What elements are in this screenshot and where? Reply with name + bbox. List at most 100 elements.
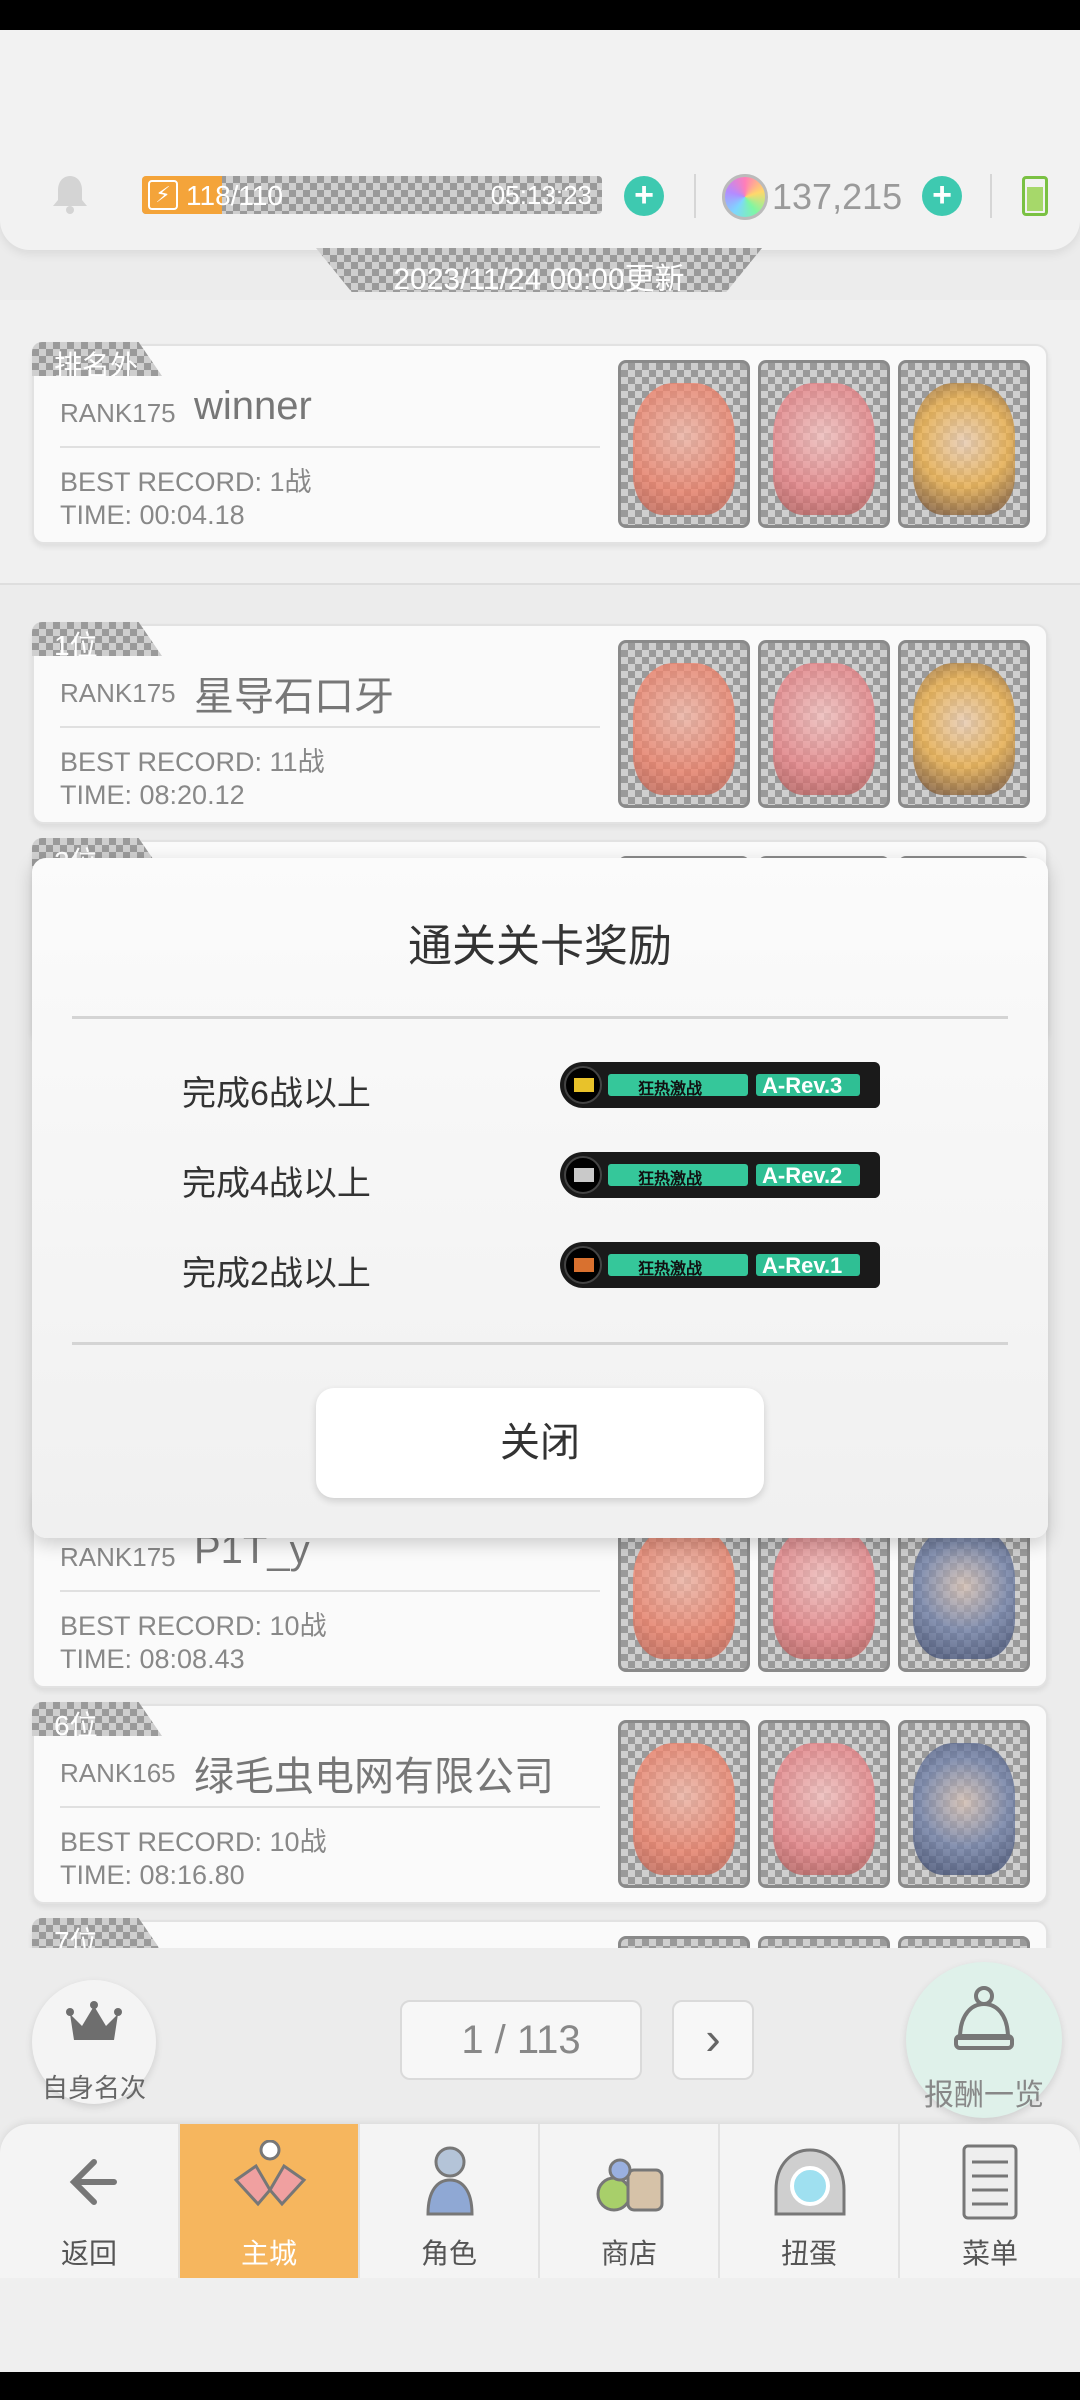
rank-tag: 1位 bbox=[32, 622, 162, 656]
reward-condition: 完成6战以上 bbox=[182, 1075, 371, 1113]
nav-label: 菜单 bbox=[961, 2238, 1018, 2269]
nav-character[interactable]: 角色 bbox=[360, 2124, 540, 2278]
page-indicator: 1 / 113 bbox=[400, 2000, 642, 2080]
player-rank: RANK175 bbox=[60, 398, 176, 428]
divider bbox=[72, 1342, 1008, 1345]
divider bbox=[72, 1016, 1008, 1019]
stamina-timer: 05:13:23 bbox=[490, 180, 592, 210]
stamina-bar: ⚡ 118/110 05:13:23 bbox=[142, 176, 602, 214]
best-record: BEST RECORD: 11战 bbox=[60, 747, 325, 777]
badge-rank: A-Rev.2 bbox=[762, 1163, 843, 1188]
character-portrait bbox=[758, 1936, 890, 1948]
ranking-card[interactable]: 1位 RANK175 星导石口牙 BEST RECORD: 11战 TIME: … bbox=[32, 622, 1048, 824]
clear-time: TIME: 00:04.18 bbox=[60, 500, 245, 530]
nav-gacha[interactable]: 扭蛋 bbox=[720, 2124, 900, 2278]
lightning-icon: ⚡ bbox=[148, 180, 178, 210]
back-arrow-icon bbox=[69, 2159, 117, 2205]
nav-label: 角色 bbox=[420, 2238, 477, 2269]
rank-tag: 7位 bbox=[32, 1918, 162, 1948]
character-portrait bbox=[898, 640, 1030, 808]
character-portrait bbox=[758, 640, 890, 808]
own-rank-card[interactable]: 排名外 RANK175 winner BEST RECORD: 1战 TIME:… bbox=[32, 342, 1048, 544]
character-portrait bbox=[618, 1720, 750, 1888]
rewards-list-button[interactable]: 报酬一览 bbox=[906, 1962, 1062, 2118]
badge-rank: A-Rev.1 bbox=[762, 1253, 843, 1278]
system-nav-bar bbox=[0, 2372, 1080, 2400]
best-record: BEST RECORD: 10战 bbox=[60, 1827, 327, 1857]
reward-row: 完成2战以上 狂热激战 A-Rev.1 bbox=[32, 1242, 1048, 1293]
menu-icon bbox=[962, 2144, 1018, 2220]
character-portrait bbox=[618, 640, 750, 808]
player-name: 绿毛虫电网有限公司 bbox=[194, 1755, 554, 1799]
header-panel bbox=[0, 30, 1080, 250]
divider bbox=[990, 174, 992, 218]
reward-row: 完成4战以上 狂热激战 A-Rev.2 bbox=[32, 1152, 1048, 1203]
ranking-card[interactable]: 6位 RANK165 绿毛虫电网有限公司 BEST RECORD: 10战 TI… bbox=[32, 1702, 1048, 1904]
badge-rank: A-Rev.3 bbox=[762, 1073, 843, 1098]
gacha-icon bbox=[774, 2148, 846, 2216]
badge-text: 狂热激战 bbox=[638, 1171, 703, 1188]
hat-icon bbox=[954, 1986, 1014, 2050]
nav-shop[interactable]: 商店 bbox=[540, 2124, 720, 2278]
character-portrait bbox=[618, 360, 750, 528]
ranking-card[interactable]: 7位 bbox=[32, 1918, 1048, 1948]
best-record: BEST RECORD: 10战 bbox=[60, 1611, 327, 1641]
reward-badge: 狂热激战 A-Rev.2 bbox=[560, 1152, 880, 1198]
shop-icon bbox=[596, 2158, 664, 2212]
rewards-list-label: 报酬一览 bbox=[924, 2079, 1044, 2112]
gem-icon bbox=[722, 174, 768, 220]
nav-home[interactable]: 主城 bbox=[180, 2124, 360, 2278]
bottom-nav: 返回 主城 角色 商店 扭蛋 菜单 bbox=[0, 2124, 1080, 2278]
divider bbox=[694, 174, 696, 218]
character-portrait bbox=[898, 1936, 1030, 1948]
player-name: winner bbox=[194, 384, 312, 428]
reward-dialog: 通关关卡奖励 完成6战以上 狂热激战 A-Rev.3 完成4战以上 狂热激战 A… bbox=[32, 858, 1048, 1538]
next-page-button[interactable]: › bbox=[672, 2000, 754, 2080]
clear-time: TIME: 08:16.80 bbox=[60, 1860, 245, 1890]
nav-label: 商店 bbox=[600, 2238, 657, 2269]
bell-icon[interactable] bbox=[48, 172, 92, 216]
character-portrait bbox=[898, 360, 1030, 528]
character-icon bbox=[426, 2146, 474, 2216]
self-rank-button[interactable]: 自身名次 bbox=[32, 1980, 156, 2104]
nav-footer bbox=[0, 2278, 1080, 2372]
divider bbox=[60, 1590, 600, 1592]
gem-count: 137,215 bbox=[772, 176, 903, 217]
reward-condition: 完成4战以上 bbox=[182, 1165, 371, 1203]
update-banner: 2023/11/24 00:00更新 bbox=[316, 248, 762, 292]
home-icon bbox=[233, 2140, 307, 2207]
crown-icon bbox=[66, 2001, 122, 2040]
character-portrait bbox=[898, 1720, 1030, 1888]
rank-tag: 6位 bbox=[32, 1702, 162, 1736]
nav-back[interactable]: 返回 bbox=[0, 2124, 180, 2278]
nav-label: 返回 bbox=[60, 2238, 117, 2269]
player-name: 星导石口牙 bbox=[194, 675, 394, 719]
rank-tag: 排名外 bbox=[32, 342, 162, 376]
badge-text: 狂热激战 bbox=[638, 1081, 703, 1098]
nav-label: 主城 bbox=[240, 2238, 297, 2269]
nav-label: 扭蛋 bbox=[780, 2238, 837, 2269]
music-note-icon bbox=[564, 1066, 602, 1104]
divider bbox=[60, 726, 600, 728]
character-portrait bbox=[758, 360, 890, 528]
character-portrait bbox=[758, 1720, 890, 1888]
clear-time: TIME: 08:08.43 bbox=[60, 1644, 245, 1674]
add-stamina-button[interactable]: + bbox=[624, 176, 664, 216]
character-portrait bbox=[618, 1936, 750, 1948]
player-rank: RANK175 bbox=[60, 678, 176, 708]
reward-badge: 狂热激战 A-Rev.1 bbox=[560, 1242, 880, 1288]
divider bbox=[60, 446, 600, 448]
reward-row: 完成6战以上 狂热激战 A-Rev.3 bbox=[32, 1062, 1048, 1113]
update-notice: 2023/11/24 00:00更新 bbox=[393, 263, 685, 296]
best-record: BEST RECORD: 1战 bbox=[60, 467, 312, 497]
status-bar bbox=[0, 0, 1080, 30]
add-gems-button[interactable]: + bbox=[922, 176, 962, 216]
player-rank: RANK165 bbox=[60, 1758, 176, 1788]
nav-menu[interactable]: 菜单 bbox=[900, 2124, 1080, 2278]
stamina-value: 118/110 bbox=[186, 180, 284, 211]
divider bbox=[60, 1806, 600, 1808]
music-note-icon bbox=[564, 1156, 602, 1194]
clear-time: TIME: 08:20.12 bbox=[60, 780, 245, 810]
close-button[interactable]: 关闭 bbox=[316, 1388, 764, 1498]
badge-text: 狂热激战 bbox=[638, 1261, 703, 1278]
